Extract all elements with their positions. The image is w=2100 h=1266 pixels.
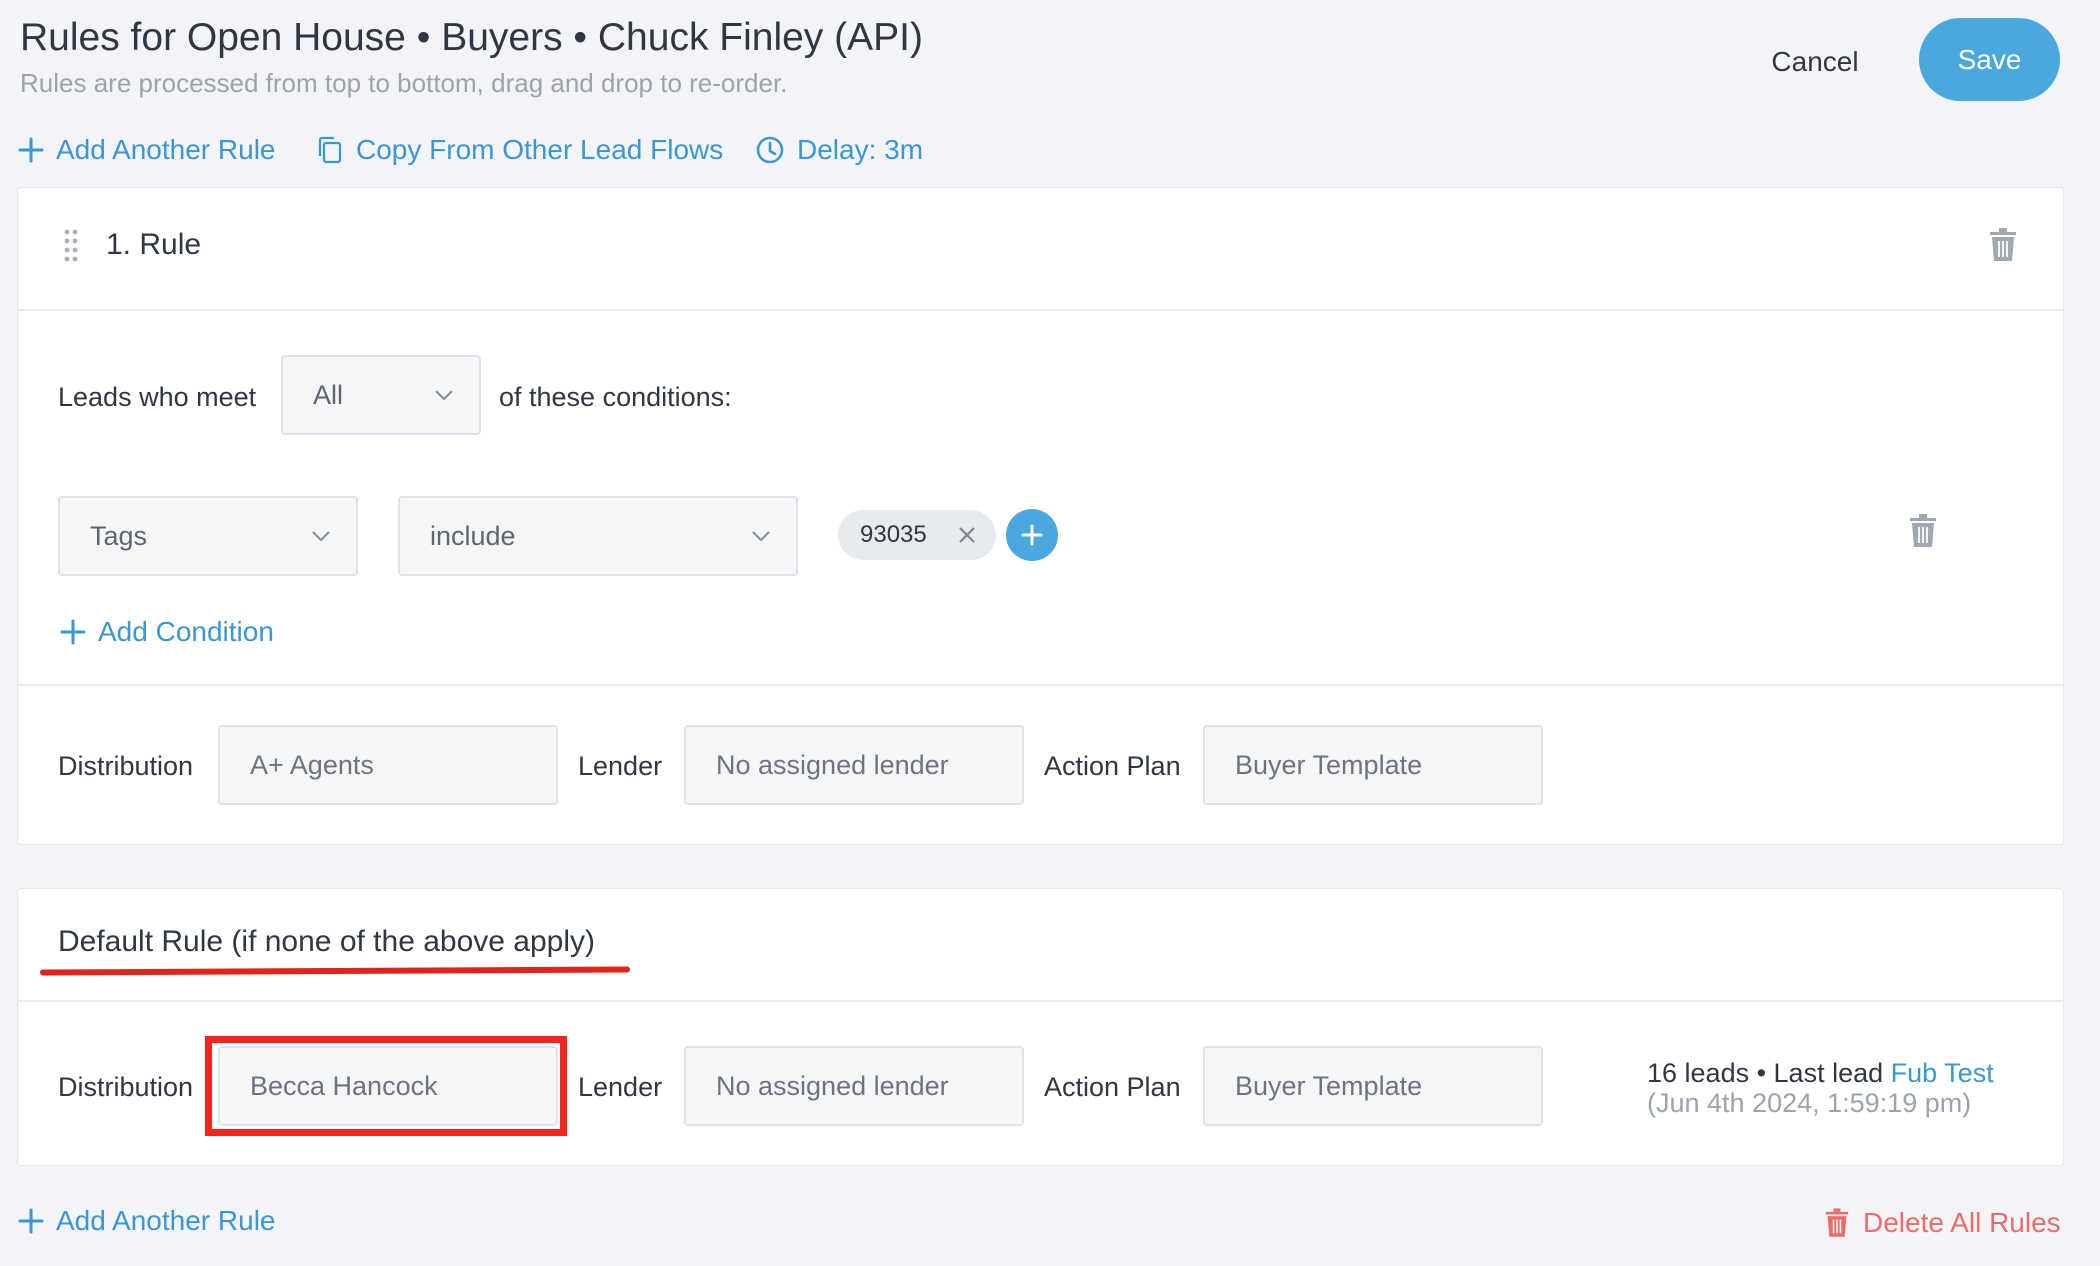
rule-title: 1. Rule: [106, 228, 202, 261]
distribution-label: Distribution: [58, 1072, 194, 1102]
conditions-label: of these conditions:: [499, 382, 732, 412]
condition-operator-value: include: [430, 520, 516, 551]
plus-icon: [18, 1208, 44, 1234]
divider: [18, 1000, 2063, 1002]
leads-count: 16 leads • Last lead: [1647, 1058, 1884, 1088]
plus-icon: [1021, 524, 1043, 546]
condition-field-select[interactable]: Tags: [58, 496, 358, 576]
copy-icon: [318, 136, 342, 164]
tag-chip-label: 93035: [860, 521, 927, 548]
condition-operator-select[interactable]: include: [398, 496, 798, 576]
action-plan-value: Buyer Template: [1235, 749, 1423, 780]
trash-icon: [1825, 1208, 1849, 1237]
delay-label: Delay: 3m: [797, 134, 924, 165]
lender-field[interactable]: No assigned lender: [684, 725, 1024, 805]
chevron-down-icon: [312, 531, 330, 541]
add-condition-label: Add Condition: [98, 616, 274, 647]
delay-button[interactable]: Delay: 3m: [755, 134, 923, 166]
delete-condition-trash-icon[interactable]: [1909, 514, 1937, 553]
last-lead-date: (Jun 4th 2024, 1:59:19 pm): [1647, 1088, 1972, 1118]
default-action-plan-value: Buyer Template: [1235, 1070, 1423, 1101]
action-plan-field[interactable]: Buyer Template: [1203, 725, 1543, 805]
lender-value: No assigned lender: [716, 749, 949, 780]
save-button[interactable]: Save: [1919, 18, 2060, 101]
add-another-rule-button-bottom[interactable]: Add Another Rule: [18, 1205, 276, 1237]
add-another-rule-button[interactable]: Add Another Rule: [18, 134, 276, 166]
add-another-rule-label: Add Another Rule: [56, 134, 276, 165]
default-action-plan-field[interactable]: Buyer Template: [1203, 1046, 1543, 1126]
add-another-rule-label: Add Another Rule: [56, 1205, 276, 1236]
clock-icon: [756, 136, 784, 164]
delete-all-rules-label: Delete All Rules: [1863, 1207, 2061, 1238]
default-rule-title: Default Rule (if none of the above apply…: [58, 925, 595, 958]
copy-from-lead-flows-button[interactable]: Copy From Other Lead Flows: [316, 134, 723, 166]
tag-chip: 93035: [838, 510, 996, 560]
delete-rule-trash-icon[interactable]: [1989, 228, 2017, 267]
drag-handle-icon[interactable]: [63, 228, 79, 267]
default-lender-field[interactable]: No assigned lender: [684, 1046, 1024, 1126]
plus-icon: [60, 619, 86, 645]
distribution-field[interactable]: A+ Agents: [218, 725, 558, 805]
leads-meet-label: Leads who meet: [58, 382, 257, 412]
close-icon[interactable]: [958, 526, 976, 544]
match-select-value: All: [313, 379, 344, 410]
page-title: Rules for Open House • Buyers • Chuck Fi…: [20, 16, 923, 59]
lender-label: Lender: [578, 1072, 663, 1102]
delete-all-rules-button[interactable]: Delete All Rules: [1825, 1207, 2061, 1239]
default-lender-value: No assigned lender: [716, 1070, 949, 1101]
condition-field-value: Tags: [90, 520, 148, 551]
last-lead-link[interactable]: Fub Test: [1891, 1058, 1994, 1088]
chevron-down-icon: [752, 531, 770, 541]
plus-icon: [18, 137, 44, 163]
leads-info: 16 leads • Last lead Fub Test (Jun 4th 2…: [1647, 1058, 1994, 1118]
add-tag-button[interactable]: [1006, 509, 1058, 561]
cancel-button[interactable]: Cancel: [1740, 40, 1890, 84]
divider: [18, 684, 2063, 686]
red-highlight-box: [205, 1036, 567, 1136]
action-plan-label: Action Plan: [1044, 751, 1181, 781]
action-plan-label: Action Plan: [1044, 1072, 1181, 1102]
add-condition-button[interactable]: Add Condition: [60, 616, 274, 648]
match-select[interactable]: All: [281, 355, 481, 435]
distribution-value: A+ Agents: [250, 749, 374, 780]
page-subtitle: Rules are processed from top to bottom, …: [20, 68, 788, 98]
lender-label: Lender: [578, 751, 663, 781]
chevron-down-icon: [435, 390, 453, 400]
copy-from-lead-flows-label: Copy From Other Lead Flows: [356, 134, 724, 165]
divider: [18, 309, 2063, 311]
distribution-label: Distribution: [58, 751, 194, 781]
